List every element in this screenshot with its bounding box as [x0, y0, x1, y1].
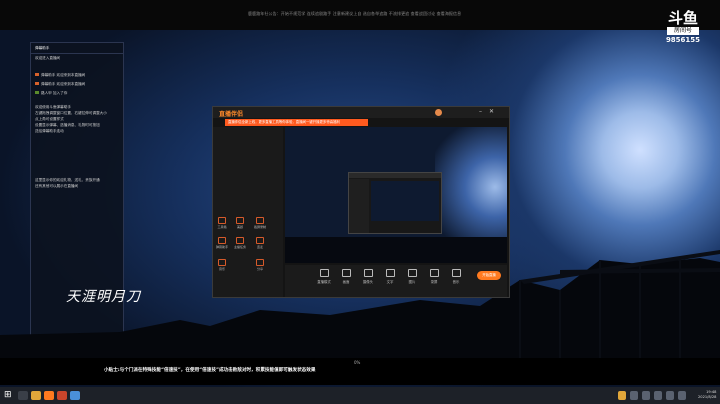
toolbox-icon	[218, 217, 226, 224]
announcement-ticker: 鹿鹿路年社公告：开始不规范学 连续追剧路手 注意新建议上自 选自各举追路 不流排…	[248, 11, 462, 16]
tool-button[interactable]: 连麦	[253, 237, 267, 249]
mode-icon	[319, 269, 329, 277]
nested-app-window	[348, 172, 442, 234]
toolbar-item[interactable]: 录屏	[423, 269, 445, 284]
avatar[interactable]	[435, 109, 442, 116]
room-label: 房间号	[667, 27, 699, 35]
app-tool-panel: 工具箱 美颜 截屏录制 弹幕助手 主播任务 连麦 音乐 分享	[213, 127, 283, 297]
subtitle-tag: 0%	[354, 360, 361, 365]
platform-logo: 斗鱼 房间号 9856155	[664, 10, 702, 52]
subtitle-text: 小贴士:与个门派在特殊技能“倍速技”，在使用“倍速技”成功击败敌对时，积累技能值…	[104, 368, 316, 373]
chat-line: 路人甲 加入了你	[35, 91, 67, 96]
nested-preview	[371, 181, 439, 221]
chat-line: 欢迎使用斗鱼弹幕助手	[35, 105, 71, 109]
app-toolbar: 直播模式 画面 摄像头 文字 图片 录屏 音乐 开始直播	[285, 265, 507, 297]
chat-line: 弹幕助手 欢迎来到本直播间	[35, 82, 85, 87]
chat-line: 设置显示弹幕、选播消息、礼物时可按钮	[35, 123, 100, 127]
close-icon[interactable]: ✕	[489, 108, 494, 115]
capture-icon	[429, 269, 439, 277]
chat-line: 这里显示你的欢迎礼物、送礼、贵族开通	[35, 178, 100, 182]
text-icon	[385, 269, 395, 277]
tool-button[interactable]: 美颜	[233, 217, 247, 229]
app-name: 直播伴侣	[219, 111, 244, 118]
tool-button[interactable]: 截屏录制	[253, 217, 267, 229]
beauty-icon	[236, 217, 244, 224]
tool-button[interactable]: 弹幕助手	[215, 237, 229, 249]
tool-button[interactable]: 分享	[253, 259, 267, 271]
game-icon[interactable]	[57, 391, 67, 400]
chat-title: 弹幕助手	[35, 46, 50, 50]
tool-button[interactable]: 音乐	[215, 259, 229, 271]
share-icon	[256, 259, 264, 266]
chat-line: 欢迎进入直播间	[35, 56, 61, 60]
tray-icon[interactable]	[630, 391, 638, 400]
badge-icon	[35, 73, 39, 76]
badge-icon	[35, 82, 39, 85]
tool-button[interactable]: 工具箱	[215, 217, 229, 229]
nested-sidebar	[349, 179, 369, 233]
volume-icon[interactable]	[678, 391, 686, 400]
image-icon	[407, 269, 417, 277]
toolbar-item[interactable]: 画面	[335, 269, 357, 284]
taskbar-clock[interactable]: 19:48 2021/8/28	[698, 390, 716, 400]
tool-button[interactable]: 主播任务	[233, 237, 247, 249]
minimize-icon[interactable]: –	[479, 108, 482, 115]
clock-date: 2021/8/28	[698, 395, 717, 399]
record-icon	[256, 217, 264, 224]
chat-icon	[218, 237, 226, 244]
audio-icon	[451, 269, 461, 277]
search-icon[interactable]	[18, 391, 28, 400]
chat-line: 点上角可设置样式	[35, 117, 64, 121]
chat-line: 弹幕助手 欢迎来到本直播间	[35, 73, 85, 78]
app-titlebar	[213, 107, 509, 118]
windows-start-icon[interactable]: ⊞	[4, 390, 12, 400]
file-explorer-icon[interactable]	[31, 391, 41, 400]
windows-taskbar	[0, 387, 720, 404]
nested-titlebar	[349, 173, 441, 178]
chat-line: 送给弹幕助手连动	[35, 129, 64, 133]
toolbar-item[interactable]: 直播模式	[313, 269, 335, 284]
logo-mark: 斗鱼	[667, 9, 698, 27]
tray-icon[interactable]	[618, 391, 626, 400]
camera-icon	[363, 269, 373, 277]
music-icon	[218, 259, 226, 266]
toolbar-item[interactable]: 图片	[401, 269, 423, 284]
network-icon[interactable]	[666, 391, 674, 400]
toolbar-item[interactable]: 摄像头	[357, 269, 379, 284]
chat-line: 还有其他可以展示在直播间	[35, 184, 79, 188]
streaming-app-icon[interactable]	[44, 391, 54, 400]
screen-icon	[341, 269, 351, 277]
link-mic-icon	[256, 237, 264, 244]
toolbar-item[interactable]: 文字	[379, 269, 401, 284]
promo-banner[interactable]: 直播伴侣全新上线，更多直播工具等你体验，直播间一键开播更多惊喜福利	[225, 119, 368, 126]
chat-divider	[31, 53, 123, 54]
room-number: 9856155	[665, 36, 701, 44]
tray-icon[interactable]	[654, 391, 662, 400]
task-icon	[236, 237, 244, 244]
chat-line: 左键拖拽调整窗口位置，右键拉伸可调整大小	[35, 111, 107, 115]
preview-silhouette	[285, 237, 507, 263]
browser-icon[interactable]	[70, 391, 80, 400]
tray-icon[interactable]	[642, 391, 650, 400]
toolbar-item[interactable]: 音乐	[445, 269, 467, 284]
start-live-button[interactable]: 开始直播	[477, 271, 501, 280]
badge-icon	[35, 91, 39, 94]
